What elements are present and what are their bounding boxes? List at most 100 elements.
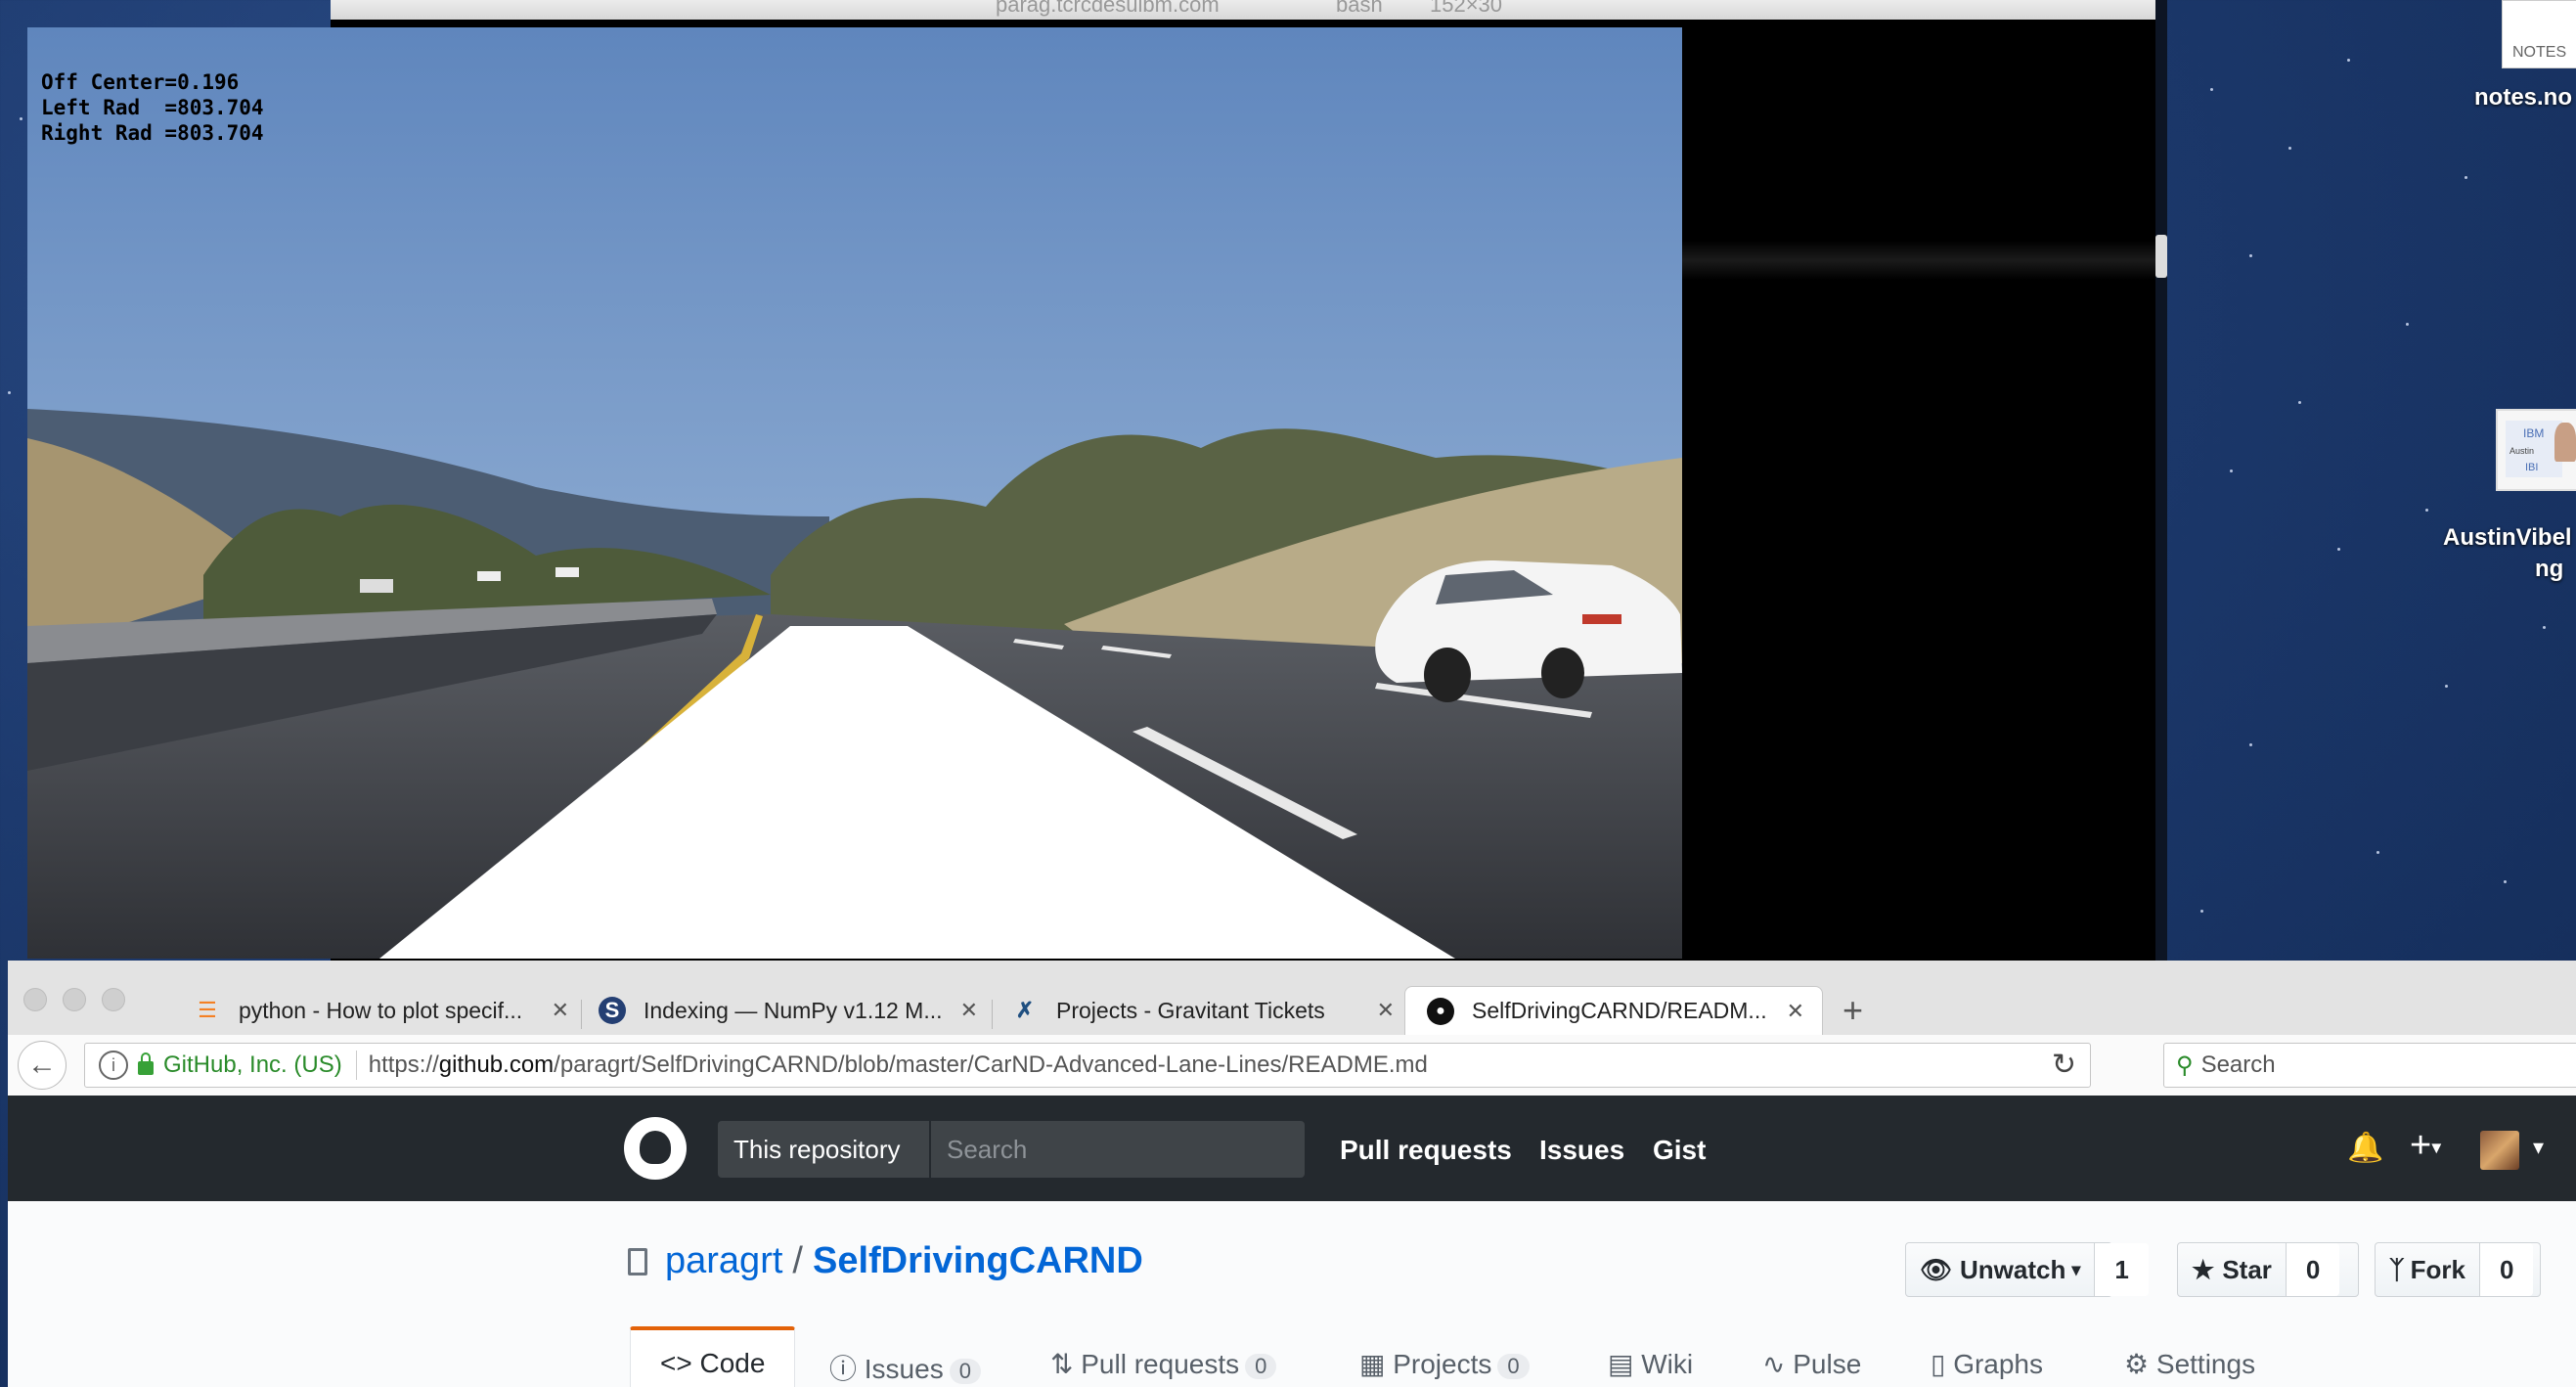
overlay-line-right-rad: Right Rad =803.704 [41,121,264,145]
project-icon: ▦ [1359,1349,1394,1379]
tab-pulse[interactable]: ∿ Pulse [1762,1348,1861,1380]
url-separator [355,1051,357,1080]
fork-button[interactable]: ᛉ Fork 0 [2375,1242,2541,1297]
repo-nav-tabs: <> Code ⓘ Issues 0 ⇅ Pull requests 0 ▦ Pro… [8,1326,2576,1387]
tab-code[interactable]: <> Code [630,1326,796,1387]
tab-pulse-label: Pulse [1793,1349,1862,1379]
tab-issues[interactable]: ⓘ Issues 0 [829,1348,981,1387]
user-avatar[interactable] [2480,1131,2519,1170]
tab-settings[interactable]: ⚙ Settings [2124,1348,2255,1380]
reload-icon[interactable]: ↻ [2052,1048,2076,1082]
notes-thumb-label: NOTES [2512,44,2567,61]
navigation-bar: ← i GitHub, Inc. (US) https://github.com… [8,1035,2576,1096]
url-path: /paragrt/SelfDrivingCARND/blob/master/Ca… [554,1051,1428,1078]
site-identity[interactable]: GitHub, Inc. (US) [163,1051,342,1079]
wiki-icon: ▤ [1608,1349,1642,1379]
tab-projects[interactable]: ▦ Projects 0 [1359,1348,1530,1380]
road-scene [27,27,1682,959]
terminal-titlebar[interactable]: parag.tcrcdesulbm.com bash 152×30 [331,0,2155,20]
tab-stackoverflow[interactable]: ☰ python - How to plot specif... ✕ [194,986,569,1035]
stackoverflow-icon: ☰ [198,998,217,1022]
overlay-line-left-rad: Left Rad =803.704 [41,96,264,119]
github-search-input[interactable]: Search [931,1121,1305,1178]
star-button[interactable]: ★ Star 0 [2177,1242,2359,1297]
nav-pull-requests[interactable]: Pull requests [1340,1135,1512,1166]
github-icon: ● [1427,997,1454,1025]
firefox-window[interactable]: ☰ python - How to plot specif... ✕ S Ind… [8,961,2576,1387]
tab-settings-label: Settings [2155,1349,2256,1379]
star-count[interactable]: 0 [2286,1243,2340,1296]
browser-search-input[interactable]: ⚲ Search [2163,1043,2576,1088]
close-tab-icon[interactable]: ✕ [1377,998,1395,1023]
url-domain: github.com [438,1051,555,1078]
tab-label: python - How to plot specif... [239,997,523,1023]
new-tab-icon[interactable]: + [1843,990,1863,1031]
search-scope[interactable]: This repository [718,1121,929,1178]
watch-count[interactable]: 1 [2095,1243,2149,1296]
tab-code-label: Code [699,1348,766,1378]
create-new-plus-icon[interactable]: +▾ [2410,1125,2441,1167]
close-tab-icon[interactable]: ✕ [1787,999,1804,1024]
repo-name-link[interactable]: SelfDrivingCARND [813,1240,1143,1281]
zoom-window-button[interactable] [102,988,125,1011]
notes-file-thumbnail[interactable]: NOTES [2502,0,2576,68]
tab-graphs[interactable]: ▯ Graphs [1931,1348,2043,1380]
tab-issues-label: Issues [864,1354,944,1384]
issue-icon: ⓘ [829,1354,865,1384]
nav-gist[interactable]: Gist [1653,1135,1706,1166]
terminal-scroll-track [2155,0,2167,961]
repo-owner-link[interactable]: paragrt [665,1240,782,1281]
notifications-bell-icon[interactable]: 🔔 [2347,1131,2383,1165]
tab-wiki[interactable]: ▤ Wiki [1608,1348,1693,1380]
minimize-window-button[interactable] [63,988,86,1011]
fork-count[interactable]: 0 [2479,1243,2534,1296]
repo-title-separator: / [792,1240,803,1281]
austin-file-thumbnail[interactable]: IBM Austin IBI [2496,409,2576,491]
austin-file-label-1[interactable]: AustinVibel [2443,524,2572,552]
close-tab-icon[interactable]: ✕ [960,998,978,1023]
slide-text-3: IBI [2525,462,2539,473]
tab-graphs-label: Graphs [1953,1349,2044,1379]
close-tab-icon[interactable]: ✕ [552,998,569,1023]
tab-numpy[interactable]: S Indexing — NumPy v1.12 M... ✕ [599,986,978,1035]
lock-icon [138,1052,154,1075]
tab-github-readme[interactable]: ● SelfDrivingCARND/READM... ✕ [1404,986,1823,1035]
url-prefix: https:// [368,1051,439,1078]
unwatch-button[interactable]: 👁 Unwatch ▾ 1 [1905,1242,2149,1297]
nav-issues[interactable]: Issues [1539,1135,1624,1166]
tab-separator [581,1000,582,1029]
fork-label: Fork [2410,1254,2465,1284]
avatar-dropdown-caret-icon[interactable]: ▾ [2533,1135,2544,1160]
overlay-line-off-center: Off Center=0.196 [41,70,240,94]
tab-wiki-label: Wiki [1641,1349,1694,1379]
close-window-button[interactable] [23,988,47,1011]
jira-icon: ✗ [1015,998,1035,1022]
lane-detection-video[interactable]: Off Center=0.196 Left Rad =803.704 Right… [27,27,1682,959]
numpy-s-icon: S [599,997,626,1024]
pulse-icon: ∿ [1762,1349,1794,1379]
github-logo-icon[interactable] [624,1117,687,1180]
slide-text-2: Austin [2509,446,2535,456]
repo-title: paragrt / SelfDrivingCARND [665,1240,1143,1282]
distant-car-2 [477,571,501,581]
terminal-title-size: 152×30 [1430,0,1503,17]
distant-car-1 [360,579,393,593]
back-button[interactable]: ← [18,1041,67,1090]
eye-icon: 👁 [1920,1254,1953,1284]
star-icon: ★ [2192,1254,2215,1284]
tab-pull-requests[interactable]: ⇅ Pull requests 0 [1050,1348,1277,1380]
url-bar[interactable]: i GitHub, Inc. (US) https://github.com/p… [84,1043,2091,1088]
terminal-scrollbar[interactable] [2155,235,2167,278]
repo-book-icon [628,1248,647,1275]
austin-file-label-2[interactable]: ng [2535,556,2563,583]
url-text[interactable]: https://github.com/paragrt/SelfDrivingCA… [369,1051,1428,1079]
tab-pull-requests-label: Pull requests [1081,1349,1240,1379]
tab-jira[interactable]: ✗ Projects - Gravitant Tickets ✕ [1011,986,1395,1035]
info-icon[interactable]: i [99,1051,128,1080]
fork-icon: ᛉ [2389,1254,2405,1284]
caret-down-icon: ▾ [2071,1259,2081,1279]
tab-bar: ☰ python - How to plot specif... ✕ S Ind… [8,961,2576,1036]
projects-count: 0 [1497,1354,1530,1379]
notes-file-label[interactable]: notes.no [2474,84,2572,112]
slide-text-1: IBM [2523,426,2545,440]
